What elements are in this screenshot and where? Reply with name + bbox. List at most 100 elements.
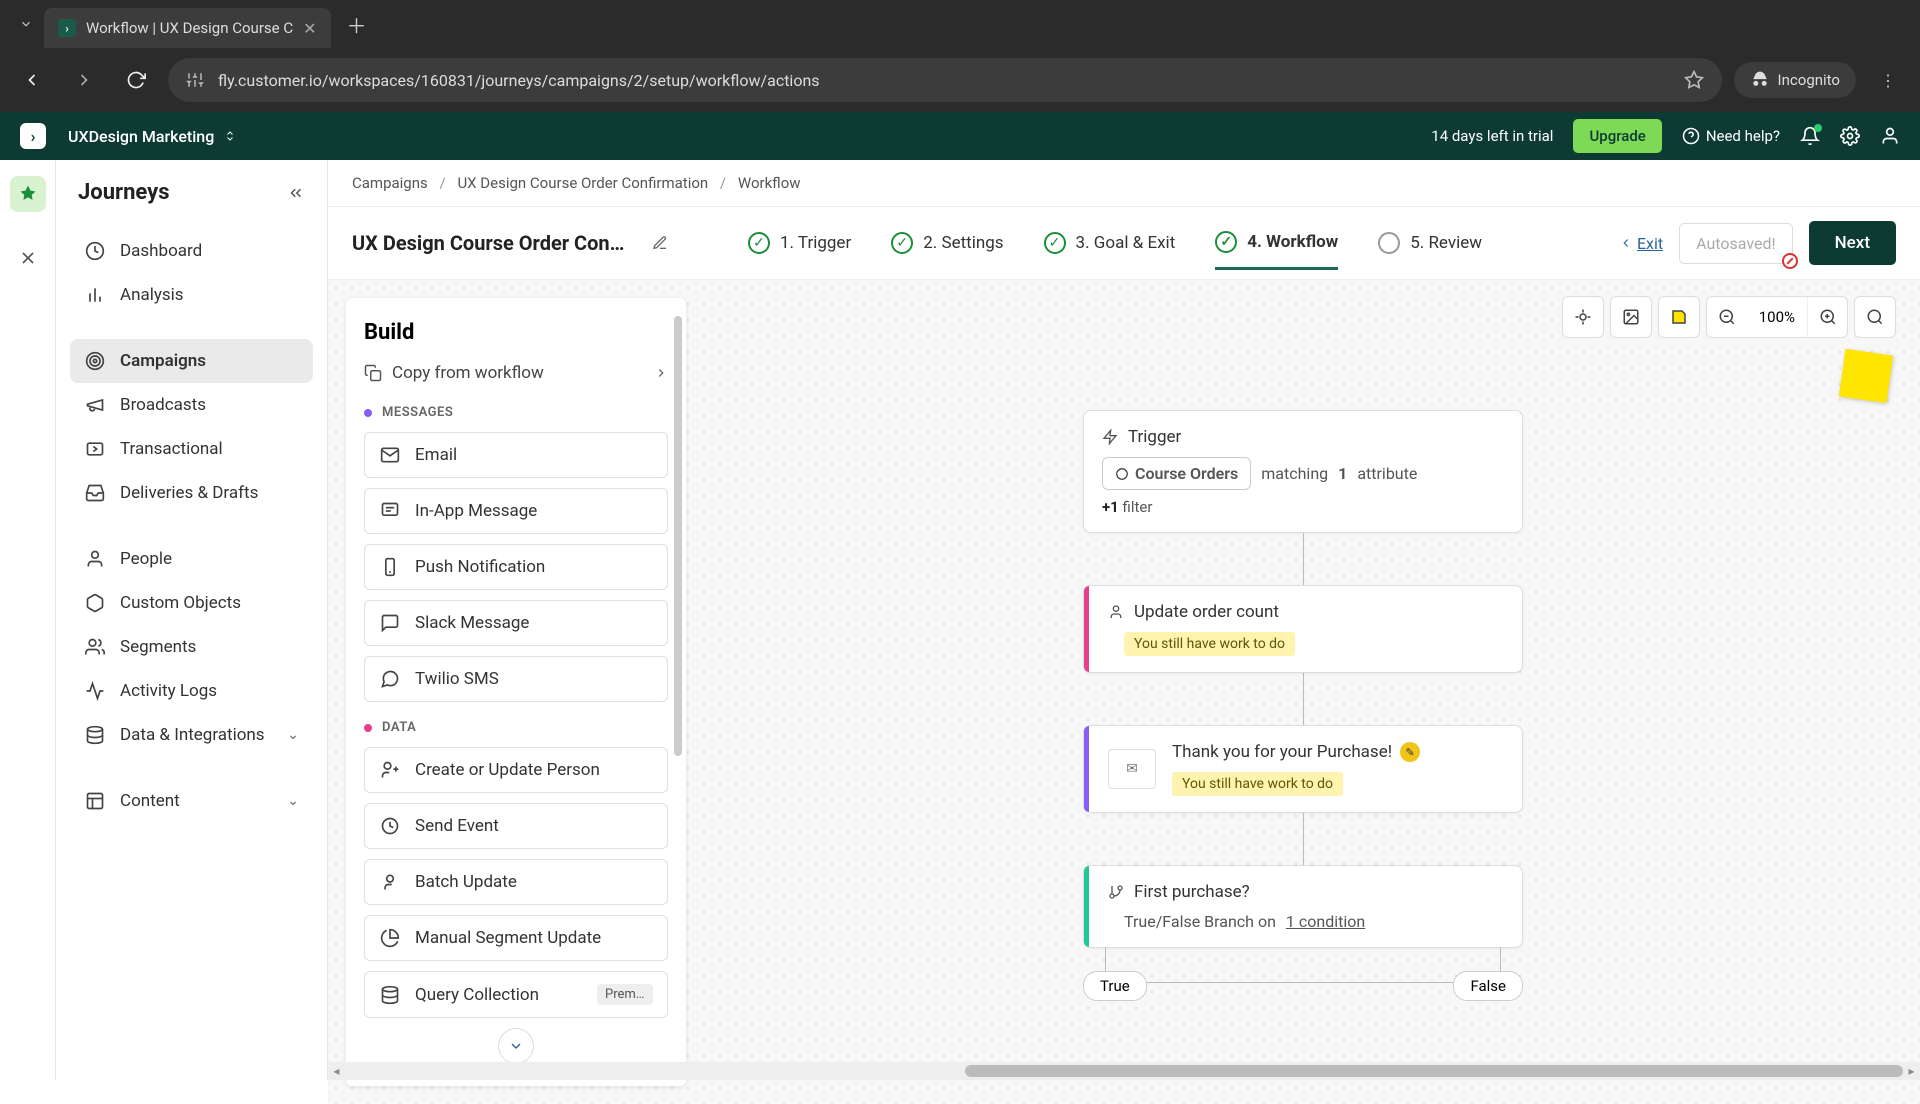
scroll-down-button[interactable] xyxy=(498,1028,534,1064)
step-label: 4. Workflow xyxy=(1247,232,1338,252)
block-query-collection[interactable]: Query CollectionPremi… xyxy=(364,971,668,1018)
app-logo[interactable]: › xyxy=(20,123,46,149)
site-settings-icon[interactable] xyxy=(186,71,204,89)
sticky-note[interactable] xyxy=(1839,349,1893,403)
sidebar-item-segments[interactable]: Segments xyxy=(70,625,313,669)
exit-link[interactable]: Exit xyxy=(1619,234,1663,253)
sidebar-item-campaigns[interactable]: Campaigns xyxy=(70,339,313,383)
branch-condition-link[interactable]: 1 condition xyxy=(1286,912,1365,931)
browser-menu-button[interactable]: ⋮ xyxy=(1868,71,1908,90)
cube-icon xyxy=(84,593,106,613)
gauge-icon xyxy=(84,241,106,261)
block-slack[interactable]: Slack Message xyxy=(364,600,668,646)
node-trigger[interactable]: Trigger Course Orders matching 1 attribu… xyxy=(1083,410,1523,533)
breadcrumb-campaign-name[interactable]: UX Design Course Order Confirmation xyxy=(457,174,708,192)
sidebar-title: Journeys xyxy=(78,180,170,205)
campaign-name: UX Design Course Order Confir… xyxy=(352,231,632,255)
layout-icon xyxy=(84,791,106,811)
refresh-user-icon xyxy=(379,872,401,892)
notifications-icon[interactable] xyxy=(1800,126,1820,146)
sidebar-item-label: Activity Logs xyxy=(120,681,217,701)
tab-search-dropdown[interactable] xyxy=(8,6,44,42)
new-tab-button[interactable]: ＋ xyxy=(347,10,367,39)
sidebar-item-transactional[interactable]: Transactional xyxy=(70,427,313,471)
block-twilio[interactable]: Twilio SMS xyxy=(364,656,668,702)
block-create-person[interactable]: Create or Update Person xyxy=(364,747,668,793)
workspace-switcher[interactable]: UXDesign Marketing xyxy=(68,127,236,146)
sidebar-item-content[interactable]: Content⌄ xyxy=(70,779,313,823)
upgrade-button[interactable]: Upgrade xyxy=(1573,119,1661,153)
branch-true[interactable]: True xyxy=(1083,971,1147,1001)
trigger-segment-pill[interactable]: Course Orders xyxy=(1102,457,1251,490)
message-square-icon xyxy=(379,501,401,521)
node-update-order[interactable]: Update order count You still have work t… xyxy=(1083,585,1523,673)
step-trigger[interactable]: ✓1. Trigger xyxy=(748,231,851,270)
reload-button[interactable] xyxy=(116,60,156,100)
rail-secondary[interactable] xyxy=(10,240,46,276)
settings-icon[interactable] xyxy=(1840,126,1860,146)
scrollbar[interactable] xyxy=(674,316,682,756)
exit-label: Exit xyxy=(1637,234,1663,253)
mail-icon xyxy=(379,445,401,465)
sidebar-item-deliveries[interactable]: Deliveries & Drafts xyxy=(70,471,313,515)
forward-button[interactable] xyxy=(64,60,104,100)
node-thank-you[interactable]: ✉ Thank you for your Purchase!✎ You stil… xyxy=(1083,725,1523,813)
main-content: Campaigns / UX Design Course Order Confi… xyxy=(328,160,1920,1080)
sidebar-item-label: People xyxy=(120,549,172,569)
search-canvas-button[interactable] xyxy=(1855,297,1895,337)
sidebar-item-custom-objects[interactable]: Custom Objects xyxy=(70,581,313,625)
sidebar-item-data-integrations[interactable]: Data & Integrations⌄ xyxy=(70,713,313,757)
bookmark-icon[interactable] xyxy=(1684,70,1704,90)
sidebar-item-label: Content xyxy=(120,791,180,811)
block-label: Send Event xyxy=(415,816,499,836)
step-review[interactable]: 5. Review xyxy=(1378,231,1482,270)
warning-badge: You still have work to do xyxy=(1172,772,1343,796)
step-label: 2. Settings xyxy=(923,233,1003,253)
target-icon xyxy=(84,351,106,371)
address-bar[interactable]: fly.customer.io/workspaces/160831/journe… xyxy=(168,58,1722,102)
node-first-purchase[interactable]: First purchase? True/False Branch on 1 c… xyxy=(1083,865,1523,948)
image-button[interactable] xyxy=(1611,297,1651,337)
step-label: 1. Trigger xyxy=(780,233,851,253)
sidebar-item-people[interactable]: People xyxy=(70,537,313,581)
back-button[interactable] xyxy=(12,60,52,100)
sidebar-item-label: Custom Objects xyxy=(120,593,241,613)
account-icon[interactable] xyxy=(1880,126,1900,146)
block-inapp[interactable]: In-App Message xyxy=(364,488,668,534)
block-send-event[interactable]: Send Event xyxy=(364,803,668,849)
incognito-badge[interactable]: Incognito xyxy=(1734,62,1856,98)
copy-from-workflow[interactable]: Copy from workflow xyxy=(364,363,668,383)
auto-layout-button[interactable] xyxy=(1563,297,1603,337)
zoom-out-button[interactable] xyxy=(1707,297,1747,337)
block-push[interactable]: Push Notification xyxy=(364,544,668,590)
sidebar-item-broadcasts[interactable]: Broadcasts xyxy=(70,383,313,427)
sms-icon xyxy=(379,669,401,689)
favicon: › xyxy=(58,19,76,37)
sticky-note-button[interactable] xyxy=(1659,297,1699,337)
browser-tab[interactable]: › Workflow | UX Design Course C ✕ xyxy=(44,8,331,48)
email-thumbnail: ✉ xyxy=(1108,749,1156,789)
workflow-canvas[interactable]: 100% Trigger Course Orders matching 1 at… xyxy=(686,280,1920,1104)
sidebar-item-activity-logs[interactable]: Activity Logs xyxy=(70,669,313,713)
zoom-in-button[interactable] xyxy=(1807,297,1847,337)
rail-journeys[interactable] xyxy=(10,176,46,212)
branch-false[interactable]: False xyxy=(1453,971,1523,1001)
step-settings[interactable]: ✓2. Settings xyxy=(891,231,1003,270)
blocked-icon xyxy=(1782,253,1798,269)
block-email[interactable]: Email xyxy=(364,432,668,478)
step-workflow[interactable]: ✓4. Workflow xyxy=(1215,231,1338,270)
step-label: 3. Goal & Exit xyxy=(1076,233,1176,253)
edit-name-button[interactable] xyxy=(652,235,668,251)
breadcrumb-campaigns[interactable]: Campaigns xyxy=(352,174,428,192)
block-manual-segment[interactable]: Manual Segment Update xyxy=(364,915,668,961)
step-goal-exit[interactable]: ✓3. Goal & Exit xyxy=(1044,231,1176,270)
next-button[interactable]: Next xyxy=(1809,221,1896,265)
close-icon[interactable]: ✕ xyxy=(303,19,316,38)
block-batch-update[interactable]: Batch Update xyxy=(364,859,668,905)
sidebar-item-analysis[interactable]: Analysis xyxy=(70,273,313,317)
sidebar-item-dashboard[interactable]: Dashboard xyxy=(70,229,313,273)
horizontal-scrollbar[interactable]: ◂ ▸ xyxy=(328,1062,1920,1080)
collapse-icon[interactable] xyxy=(287,184,305,202)
help-link[interactable]: Need help? xyxy=(1682,127,1780,145)
node-title: Trigger xyxy=(1128,427,1181,447)
